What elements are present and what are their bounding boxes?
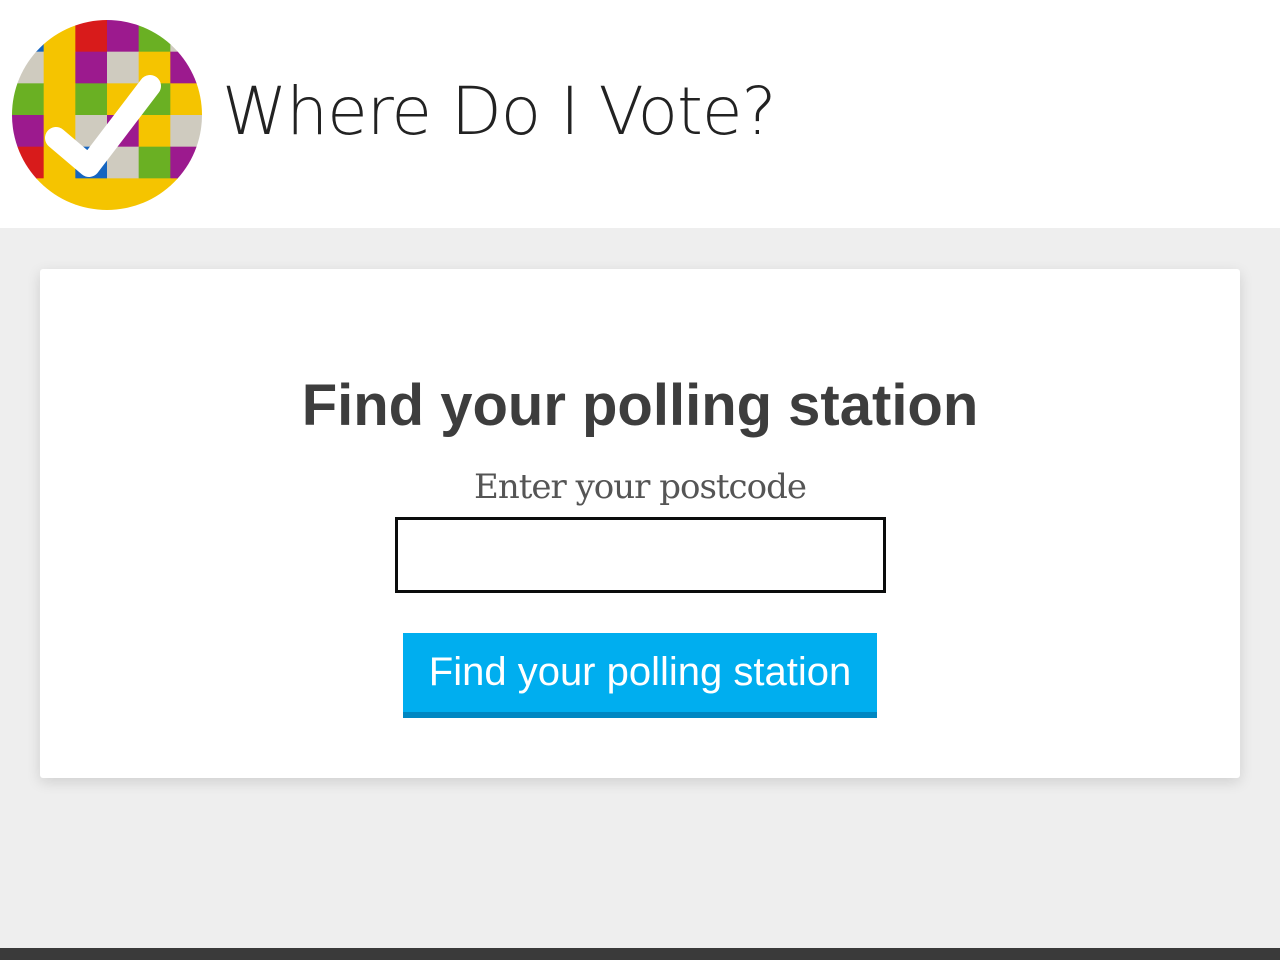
logo-tile [12,178,45,210]
logo-tile [43,83,76,116]
checkmark-mosaic-logo-icon[interactable] [12,20,202,210]
logo-tile [170,146,202,179]
page-title: Find your polling station [301,373,979,438]
logo-tile [75,178,108,210]
logo-tile [75,51,108,84]
postcode-label: Enter your postcode [474,467,807,507]
logo-tile [12,20,45,53]
site-title[interactable]: Where Do I Vote? [222,68,777,156]
logo-tile [12,146,45,179]
find-polling-station-button[interactable]: Find your polling station [403,633,877,718]
logo-tile [138,115,171,148]
logo-tile [170,115,202,148]
logo-tile [107,178,140,210]
logo-tile [12,83,45,116]
logo-tile [170,51,202,84]
footer-bar [0,948,1280,960]
logo-tile [170,20,202,53]
logo-tile [12,51,45,84]
logo-tile [107,51,140,84]
logo-tile [43,178,76,210]
logo-tile [138,20,171,53]
logo-tile [138,146,171,179]
postcode-input[interactable] [395,517,886,593]
logo-tile [12,115,45,148]
logo-tile [107,20,140,53]
logo-tile [170,178,202,210]
logo-tile [170,83,202,116]
logo-tile [43,20,76,53]
logo-tile [138,178,171,210]
logo-tile [75,20,108,53]
logo-tile [75,83,108,116]
logo-tile [43,51,76,84]
site-header: Where Do I Vote? [0,0,1280,228]
